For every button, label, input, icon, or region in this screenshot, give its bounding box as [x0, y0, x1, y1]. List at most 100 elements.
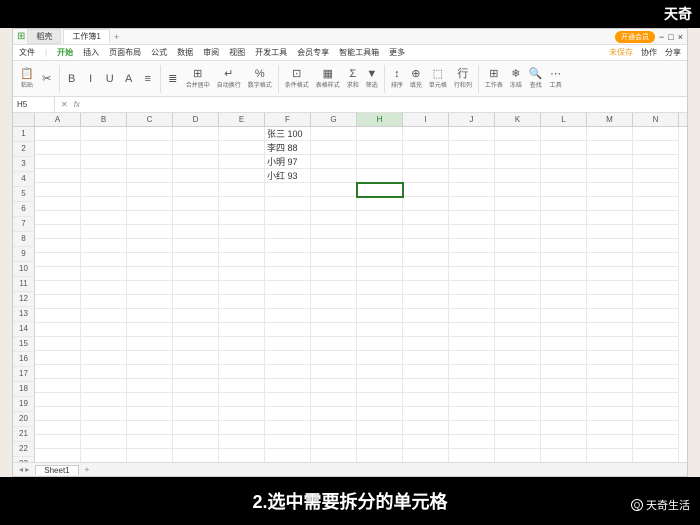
row-header-6[interactable]: 6	[13, 202, 35, 217]
cell-M17[interactable]	[587, 351, 633, 365]
cell-N6[interactable]	[633, 197, 679, 211]
cell-I11[interactable]	[403, 267, 449, 281]
cell-A22[interactable]	[35, 421, 81, 435]
cell-E2[interactable]	[219, 141, 265, 155]
cell-G17[interactable]	[311, 351, 357, 365]
cell-A19[interactable]	[35, 379, 81, 393]
cell-F18[interactable]	[265, 365, 311, 379]
cell-C11[interactable]	[127, 267, 173, 281]
cell-G3[interactable]	[311, 155, 357, 169]
cell-D1[interactable]	[173, 127, 219, 141]
cell-D24[interactable]	[173, 449, 219, 462]
cell-N20[interactable]	[633, 393, 679, 407]
cell-I14[interactable]	[403, 309, 449, 323]
cell-E24[interactable]	[219, 449, 265, 462]
cell-G22[interactable]	[311, 421, 357, 435]
cell-H2[interactable]	[357, 141, 403, 155]
cell-J5[interactable]	[449, 183, 495, 197]
menu-公式[interactable]: 公式	[151, 47, 167, 58]
fx-cancel-icon[interactable]: ✕	[61, 100, 68, 109]
cell-I8[interactable]	[403, 225, 449, 239]
ribbon-btn-17[interactable]: ⬚单元格	[426, 67, 450, 90]
col-header-H[interactable]: H	[357, 113, 403, 126]
col-header-L[interactable]: L	[541, 113, 587, 126]
name-box[interactable]: H5	[13, 97, 55, 112]
menu-会员专享[interactable]: 会员专享	[297, 47, 329, 58]
cell-H5[interactable]	[357, 183, 403, 197]
cell-I1[interactable]	[403, 127, 449, 141]
cell-D4[interactable]	[173, 169, 219, 183]
menu-视图[interactable]: 视图	[229, 47, 245, 58]
cell-G5[interactable]	[311, 183, 357, 197]
cell-K10[interactable]	[495, 253, 541, 267]
cell-N22[interactable]	[633, 421, 679, 435]
cell-K14[interactable]	[495, 309, 541, 323]
cell-B3[interactable]	[81, 155, 127, 169]
row-header-10[interactable]: 10	[13, 262, 35, 277]
cell-C24[interactable]	[127, 449, 173, 462]
tab-add-icon[interactable]: +	[110, 32, 123, 42]
cell-A23[interactable]	[35, 435, 81, 449]
cell-G1[interactable]	[311, 127, 357, 141]
cell-N1[interactable]	[633, 127, 679, 141]
cell-A18[interactable]	[35, 365, 81, 379]
cell-L19[interactable]	[541, 379, 587, 393]
cell-G15[interactable]	[311, 323, 357, 337]
cell-J12[interactable]	[449, 281, 495, 295]
cell-J22[interactable]	[449, 421, 495, 435]
cell-A12[interactable]	[35, 281, 81, 295]
cell-L23[interactable]	[541, 435, 587, 449]
cell-C21[interactable]	[127, 407, 173, 421]
cell-J16[interactable]	[449, 337, 495, 351]
cell-E23[interactable]	[219, 435, 265, 449]
cell-N2[interactable]	[633, 141, 679, 155]
cell-H13[interactable]	[357, 295, 403, 309]
menu-share[interactable]: 分享	[665, 47, 681, 58]
row-header-11[interactable]: 11	[13, 277, 35, 292]
cell-F16[interactable]	[265, 337, 311, 351]
cell-M7[interactable]	[587, 211, 633, 225]
close-icon[interactable]: ×	[678, 32, 683, 42]
cell-K16[interactable]	[495, 337, 541, 351]
cell-K12[interactable]	[495, 281, 541, 295]
cell-K17[interactable]	[495, 351, 541, 365]
cell-M14[interactable]	[587, 309, 633, 323]
cell-J20[interactable]	[449, 393, 495, 407]
cell-E22[interactable]	[219, 421, 265, 435]
menu-更多[interactable]: 更多	[389, 47, 405, 58]
cell-K23[interactable]	[495, 435, 541, 449]
cell-M2[interactable]	[587, 141, 633, 155]
cell-H14[interactable]	[357, 309, 403, 323]
cell-J9[interactable]	[449, 239, 495, 253]
col-header-B[interactable]: B	[81, 113, 127, 126]
cell-N17[interactable]	[633, 351, 679, 365]
cell-N3[interactable]	[633, 155, 679, 169]
sheet-tab[interactable]: Sheet1	[35, 465, 78, 475]
cell-G19[interactable]	[311, 379, 357, 393]
ribbon-btn-12[interactable]: ▦表格样式	[313, 67, 343, 90]
cell-D8[interactable]	[173, 225, 219, 239]
sheet-nav-icon[interactable]: ◂ ▸	[19, 465, 29, 474]
cell-N4[interactable]	[633, 169, 679, 183]
cell-D7[interactable]	[173, 211, 219, 225]
ribbon-btn-5[interactable]: A	[120, 72, 138, 86]
cell-C20[interactable]	[127, 393, 173, 407]
cell-B4[interactable]	[81, 169, 127, 183]
cell-H21[interactable]	[357, 407, 403, 421]
cell-N15[interactable]	[633, 323, 679, 337]
row-header-3[interactable]: 3	[13, 157, 35, 172]
cell-F19[interactable]	[265, 379, 311, 393]
cell-A16[interactable]	[35, 337, 81, 351]
fx-icon[interactable]: fx	[74, 100, 80, 109]
cell-K7[interactable]	[495, 211, 541, 225]
cell-D19[interactable]	[173, 379, 219, 393]
cell-E5[interactable]	[219, 183, 265, 197]
cell-D18[interactable]	[173, 365, 219, 379]
cell-D3[interactable]	[173, 155, 219, 169]
ribbon-btn-2[interactable]: B	[63, 72, 81, 86]
row-header-16[interactable]: 16	[13, 352, 35, 367]
minimize-icon[interactable]: −	[659, 32, 664, 42]
cell-N23[interactable]	[633, 435, 679, 449]
cell-N7[interactable]	[633, 211, 679, 225]
cell-J7[interactable]	[449, 211, 495, 225]
